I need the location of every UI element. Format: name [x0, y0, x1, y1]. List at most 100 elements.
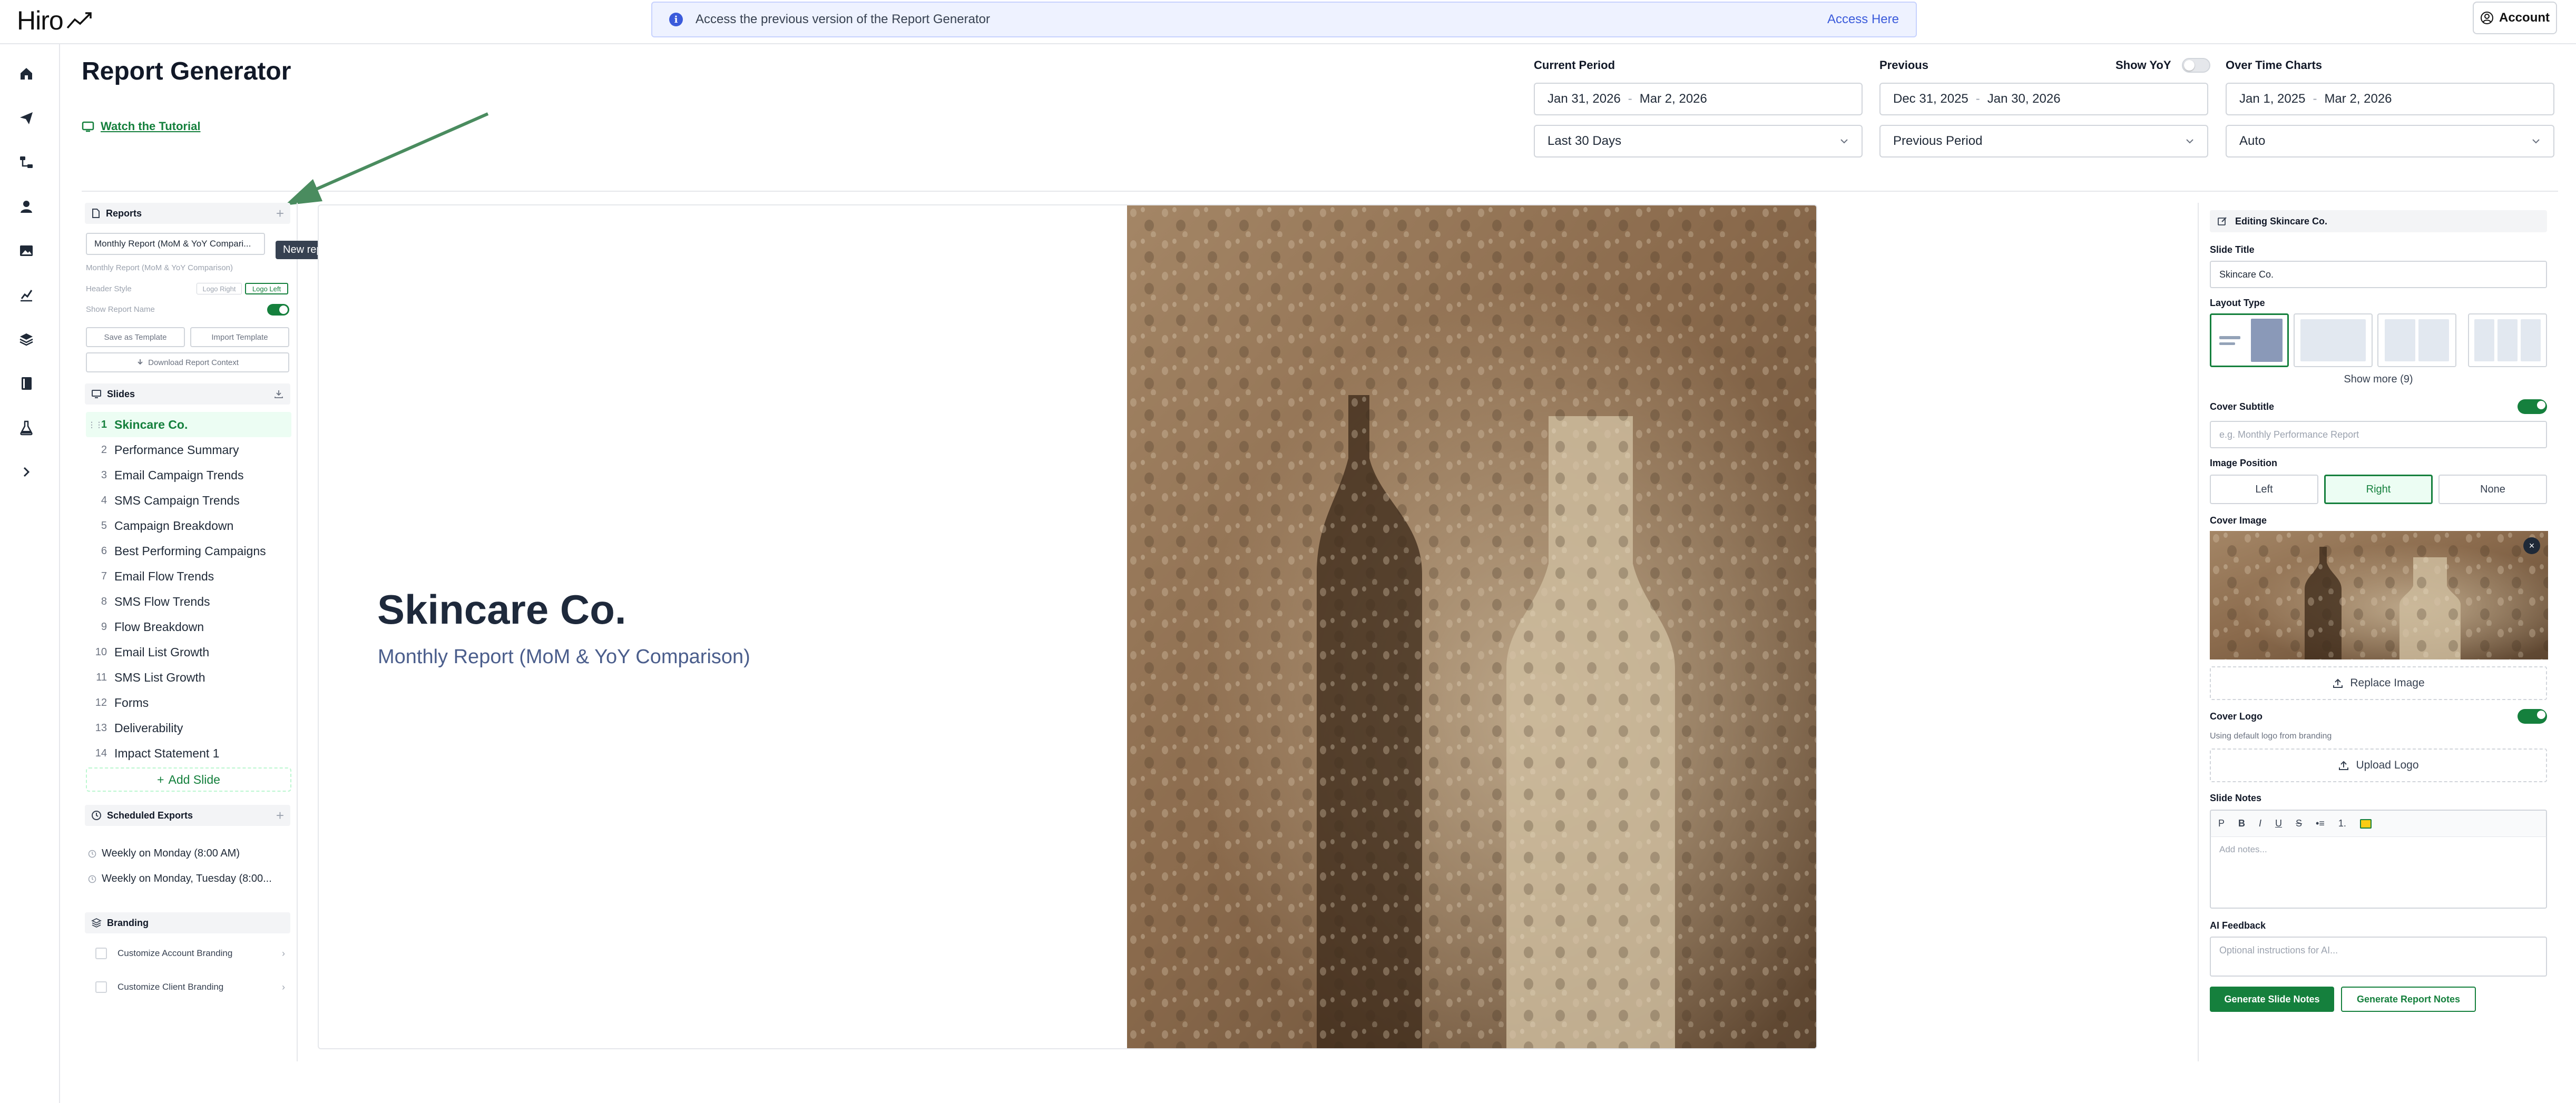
customize-client-branding-item[interactable]: Customize Client Branding › [88, 973, 291, 1001]
image-position-right[interactable]: Right [2324, 475, 2433, 504]
ai-feedback-label: AI Feedback [2210, 920, 2266, 931]
slide-item[interactable]: 14 Impact Statement 1 [86, 741, 291, 766]
replace-image-button[interactable]: Replace Image [2210, 666, 2547, 700]
layers-icon [91, 918, 102, 928]
layout-option-full[interactable] [2294, 313, 2373, 367]
slide-subtitle: Monthly Report (MoM & YoY Comparison) [378, 646, 750, 668]
add-report-icon[interactable]: + [276, 205, 284, 222]
drag-handle-icon[interactable]: ⋮⋮ [88, 420, 103, 429]
slide-notes-editor[interactable]: Add notes... [2210, 837, 2547, 909]
home-icon[interactable] [17, 64, 36, 83]
current-period-preset-select[interactable]: Last 30 Days [1534, 125, 1863, 157]
strikethrough-button[interactable]: S [2296, 818, 2302, 829]
current-period-label: Current Period [1534, 58, 1615, 72]
layers-icon[interactable] [17, 330, 36, 349]
logo[interactable]: Hiro [17, 5, 94, 36]
layout-option-three-col[interactable] [2468, 313, 2547, 367]
slide-title-input[interactable]: Skincare Co. [2210, 261, 2547, 288]
previous-period-preset-select[interactable]: Previous Period [1879, 125, 2208, 157]
generate-report-notes-button[interactable]: Generate Report Notes [2341, 987, 2476, 1012]
cover-subtitle-input[interactable]: e.g. Monthly Performance Report [2210, 421, 2547, 448]
ai-feedback-input[interactable]: Optional instructions for AI... [2210, 937, 2547, 977]
over-time-preset-select[interactable]: Auto [2226, 125, 2554, 157]
slide-item[interactable]: 13 Deliverability [86, 715, 291, 741]
chart-icon[interactable] [17, 285, 36, 304]
previous-period-range[interactable]: Dec 31, 2025- Jan 30, 2026 [1879, 83, 2208, 115]
generate-slide-notes-button[interactable]: Generate Slide Notes [2210, 987, 2334, 1012]
slide-item[interactable]: 3 Email Campaign Trends [86, 462, 291, 488]
current-period-range[interactable]: Jan 31, 2026- Mar 2, 2026 [1534, 83, 1863, 115]
show-more-layouts-link[interactable]: Show more (9) [2210, 373, 2547, 386]
slide-item[interactable]: 6 Best Performing Campaigns [86, 538, 291, 564]
slide-item[interactable]: 12 Forms [86, 690, 291, 715]
logo-right-option[interactable]: Logo Right [197, 283, 242, 294]
show-report-name-toggle[interactable] [267, 304, 289, 316]
highlight-icon[interactable] [2359, 819, 2372, 829]
save-template-button[interactable]: Save as Template [86, 327, 185, 347]
watch-tutorial-link[interactable]: Watch the Tutorial [82, 120, 200, 133]
annotation-arrow-icon [285, 112, 489, 205]
add-export-icon[interactable]: + [276, 807, 284, 824]
over-time-range[interactable]: Jan 1, 2025- Mar 2, 2026 [2226, 83, 2554, 115]
slide-title-label: Slide Title [2210, 244, 2255, 255]
layout-option-split[interactable] [2210, 313, 2289, 367]
access-here-link[interactable]: Access Here [1827, 12, 1899, 27]
slide-item[interactable]: 8 SMS Flow Trends [86, 589, 291, 614]
clock-icon [88, 850, 96, 858]
italic-button[interactable]: I [2259, 818, 2261, 829]
remove-image-icon[interactable]: × [2523, 537, 2540, 554]
cover-logo-label: Cover Logo [2210, 711, 2263, 722]
branding-header: Branding [85, 912, 290, 933]
upload-logo-button[interactable]: Upload Logo [2210, 749, 2547, 782]
user-circle-icon [2481, 12, 2493, 24]
show-yoy-toggle[interactable] [2182, 58, 2210, 73]
report-select[interactable]: Monthly Report (MoM & YoY Compari... [86, 233, 265, 255]
send-icon[interactable] [17, 109, 36, 127]
underline-button[interactable]: U [2275, 818, 2282, 829]
chevron-down-icon [1840, 139, 1848, 144]
flask-icon[interactable] [17, 418, 36, 437]
slide-preview[interactable]: Skincare Co. Monthly Report (MoM & YoY C… [318, 204, 1817, 1049]
download-context-button[interactable]: Download Report Context [86, 352, 289, 372]
slide-item[interactable]: 5 Campaign Breakdown [86, 513, 291, 538]
numbered-list-button[interactable]: 1. [2338, 818, 2346, 829]
bullet-list-button[interactable]: •≡ [2316, 818, 2325, 829]
slide-item[interactable]: 9 Flow Breakdown [86, 614, 291, 639]
scheduled-export-item[interactable]: Weekly on Monday (8:00 AM) [88, 848, 240, 860]
customize-account-branding-item[interactable]: Customize Account Branding › [88, 939, 291, 968]
bold-button[interactable]: B [2238, 818, 2245, 829]
slide-item[interactable]: 10 Email List Growth [86, 639, 291, 665]
book-icon[interactable] [17, 374, 36, 393]
slide-item[interactable]: 7 Email Flow Trends [86, 564, 291, 589]
cover-subtitle-toggle[interactable] [2518, 399, 2547, 414]
show-report-name-label: Show Report Name [86, 305, 155, 314]
add-slide-button[interactable]: + Add Slide [86, 767, 291, 792]
download-slides-icon[interactable] [273, 389, 284, 399]
flow-icon[interactable] [17, 153, 36, 172]
image-icon[interactable] [17, 241, 36, 260]
expand-icon[interactable] [17, 462, 36, 481]
branding-checkbox[interactable] [95, 981, 107, 993]
slide-item[interactable]: 2 Performance Summary [86, 437, 291, 462]
upload-icon [2333, 678, 2343, 688]
page-title: Report Generator [82, 57, 291, 85]
logo-left-option[interactable]: Logo Left [245, 283, 288, 294]
import-template-button[interactable]: Import Template [190, 327, 289, 347]
image-position-left[interactable]: Left [2210, 475, 2318, 504]
image-position-none[interactable]: None [2438, 475, 2547, 504]
cover-image-thumbnail [2210, 531, 2548, 659]
branding-checkbox[interactable] [95, 948, 107, 959]
slide-item[interactable]: ⋮⋮ 1 Skincare Co. [86, 412, 291, 437]
cover-image [1127, 205, 1816, 1048]
slide-item[interactable]: 4 SMS Campaign Trends [86, 488, 291, 513]
cover-logo-toggle[interactable] [2518, 709, 2547, 724]
paragraph-style-button[interactable]: P [2218, 818, 2225, 829]
layout-type-label: Layout Type [2210, 298, 2265, 308]
layout-option-two-col[interactable] [2377, 313, 2456, 367]
account-button[interactable]: Account [2473, 2, 2557, 34]
slide-item[interactable]: 11 SMS List Growth [86, 665, 291, 690]
slides-header: Slides [85, 383, 290, 405]
right-panel: Editing Skincare Co. Slide Title Skincar… [2198, 203, 2561, 1061]
user-icon[interactable] [17, 197, 36, 216]
scheduled-export-item[interactable]: Weekly on Monday, Tuesday (8:00... [88, 873, 272, 885]
